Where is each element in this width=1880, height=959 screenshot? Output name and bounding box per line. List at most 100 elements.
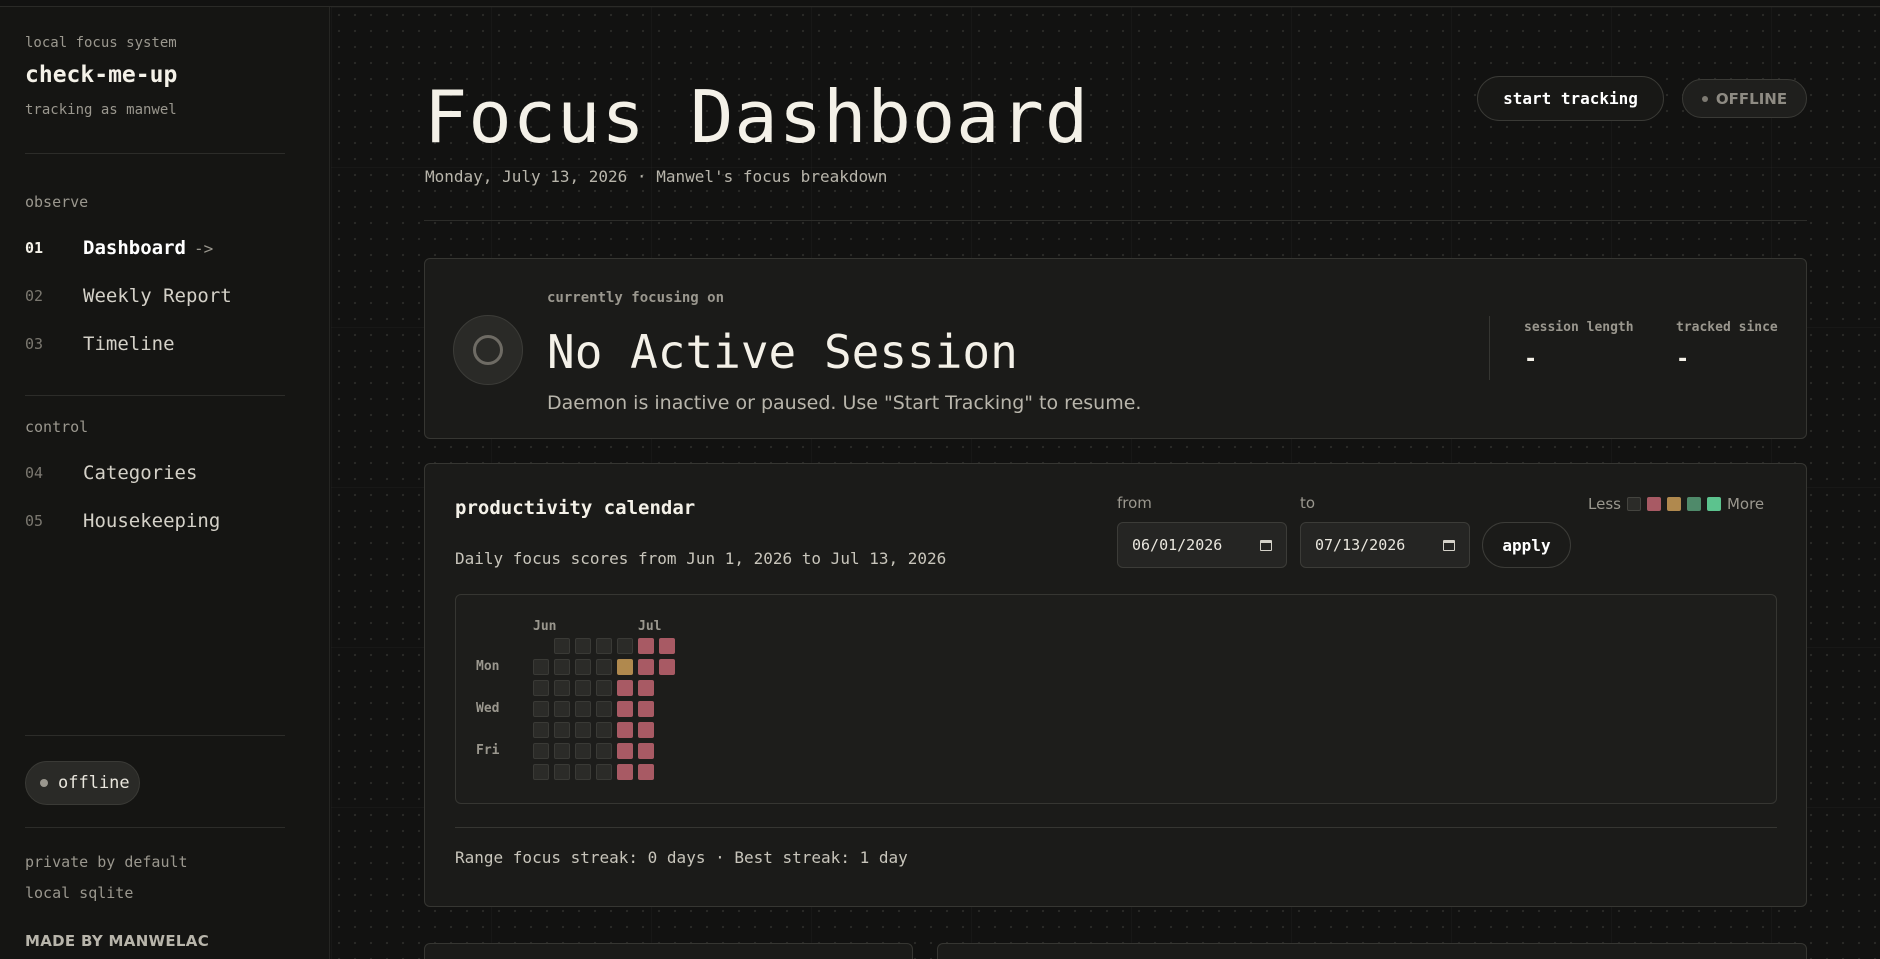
heatmap-day-cell[interactable] (533, 701, 549, 717)
heatmap-day-cell[interactable] (575, 680, 591, 696)
heatmap-day-cell[interactable] (638, 701, 654, 717)
bottom-card-left (424, 943, 913, 959)
main-content: Focus Dashboard Monday, July 13, 2026 · … (331, 7, 1880, 959)
status-badge: OFFLINE (1682, 79, 1807, 118)
status-pill: offline (25, 761, 140, 805)
page-subtitle: Monday, July 13, 2026 · Manwel's focus b… (425, 167, 888, 186)
heatmap-day-cell[interactable] (575, 659, 591, 675)
heatmap-day-cell[interactable] (638, 680, 654, 696)
nav-label: Dashboard (83, 237, 186, 259)
heatmap-day-cell[interactable] (533, 743, 549, 759)
sidebar: local focus system check-me-up tracking … (0, 7, 330, 959)
heatmap-day-cell[interactable] (533, 659, 549, 675)
heatmap-day-cell[interactable] (533, 680, 549, 696)
calendar-icon[interactable] (1443, 539, 1455, 551)
heatmap-day-cell[interactable] (638, 659, 654, 675)
sidebar-item-categories[interactable]: 04 Categories (25, 458, 285, 488)
from-date-input[interactable]: 06/01/2026 (1117, 522, 1287, 568)
heatmap-day-cell[interactable] (533, 722, 549, 738)
tracked-since-value: - (1676, 347, 1690, 372)
heatmap-day-cell[interactable] (596, 680, 612, 696)
heatmap-day-cell[interactable] (638, 638, 654, 654)
heatmap-day-cell[interactable] (575, 743, 591, 759)
heatmap-day-cell[interactable] (575, 638, 591, 654)
heatmap-day-cell[interactable] (575, 764, 591, 780)
legend-less: Less (1588, 495, 1621, 513)
nav-label: Timeline (83, 333, 175, 355)
heatmap-day-cell[interactable] (554, 722, 570, 738)
heatmap-day-cell[interactable] (533, 764, 549, 780)
header-divider (424, 220, 1807, 221)
session-length-label: session length (1524, 320, 1634, 335)
heatmap-day-cell[interactable] (554, 764, 570, 780)
status-dot-icon (1701, 95, 1708, 102)
brand-name: check-me-up (25, 62, 178, 88)
legend-swatches (1626, 497, 1721, 511)
section-observe: observe (25, 193, 89, 211)
heatmap-day-cell[interactable] (596, 638, 612, 654)
heatmap-grid: Jun Jul Mon Wed Fri (455, 594, 1777, 804)
heatmap-day-cell[interactable] (554, 701, 570, 717)
productivity-calendar-card: productivity calendar Daily focus scores… (424, 463, 1807, 907)
heatmap-day-cell[interactable] (596, 722, 612, 738)
heatmap-day-cell[interactable] (638, 764, 654, 780)
heatmap-day-cell[interactable] (596, 764, 612, 780)
sidebar-item-weekly-report[interactable]: 02 Weekly Report (25, 281, 285, 311)
calendar-icon[interactable] (1260, 539, 1272, 551)
legend-swatch (1646, 497, 1661, 511)
sidebar-item-housekeeping[interactable]: 05 Housekeeping (25, 506, 285, 536)
footer-storage: local sqlite (25, 884, 134, 902)
nav-number: 02 (25, 287, 44, 305)
sidebar-divider (25, 153, 285, 154)
heatmap-day-cell[interactable] (596, 701, 612, 717)
day-label: Mon (476, 659, 500, 674)
heatmap-day-cell[interactable] (554, 638, 570, 654)
heatmap-day-cell[interactable] (575, 722, 591, 738)
legend-swatch (1626, 497, 1641, 511)
heatmap-day-cell[interactable] (638, 722, 654, 738)
heatmap-day-cell[interactable] (554, 680, 570, 696)
heatmap-day-cell[interactable] (617, 701, 633, 717)
start-tracking-button[interactable]: start tracking (1477, 76, 1664, 121)
heatmap-day-cell[interactable] (638, 743, 654, 759)
heatmap-day-cell[interactable] (617, 638, 633, 654)
apply-button[interactable]: apply (1482, 522, 1571, 568)
heatmap-day-cell[interactable] (617, 659, 633, 675)
heatmap-day-cell[interactable] (617, 743, 633, 759)
active-arrow: -> (193, 238, 214, 258)
day-label: Wed (476, 701, 500, 716)
legend-more: More (1726, 495, 1765, 513)
heatmap-day-cell[interactable] (617, 680, 633, 696)
sidebar-divider (25, 395, 285, 396)
nav-number: 05 (25, 512, 44, 530)
heatmap-day-cell[interactable] (617, 764, 633, 780)
status-badge-label: OFFLINE (1715, 89, 1788, 108)
heatmap-day-cell[interactable] (596, 743, 612, 759)
bottom-card-right (937, 943, 1807, 959)
heatmap-day-cell[interactable] (596, 659, 612, 675)
section-control: control (25, 418, 89, 436)
sidebar-divider (25, 827, 285, 828)
heatmap-day-cell[interactable] (617, 722, 633, 738)
sidebar-divider (25, 735, 285, 736)
heatmap-day-cell[interactable] (659, 659, 675, 675)
day-label: Fri (476, 743, 500, 758)
to-label: to (1300, 494, 1316, 512)
sidebar-item-dashboard[interactable]: 01 Dashboard -> (25, 233, 285, 263)
to-date-value: 07/13/2026 (1315, 536, 1406, 554)
nav-number: 03 (25, 335, 44, 353)
heatmap-day-cell[interactable] (554, 743, 570, 759)
sidebar-kicker: local focus system (25, 35, 177, 51)
calendar-title: productivity calendar (455, 497, 696, 519)
status-pill-label: offline (58, 773, 130, 793)
made-by-credit: MADE BY MANWELAC (25, 932, 210, 950)
heatmap-day-cell[interactable] (554, 659, 570, 675)
current-session-card: currently focusing on No Active Session … (424, 258, 1807, 439)
sidebar-item-timeline[interactable]: 03 Timeline (25, 329, 285, 359)
heatmap-day-cell[interactable] (659, 638, 675, 654)
heatmap-legend: Less More (1588, 495, 1764, 513)
to-date-input[interactable]: 07/13/2026 (1300, 522, 1470, 568)
nav-label: Weekly Report (83, 285, 232, 307)
heatmap-day-cell[interactable] (575, 701, 591, 717)
session-indicator-icon (453, 315, 523, 385)
